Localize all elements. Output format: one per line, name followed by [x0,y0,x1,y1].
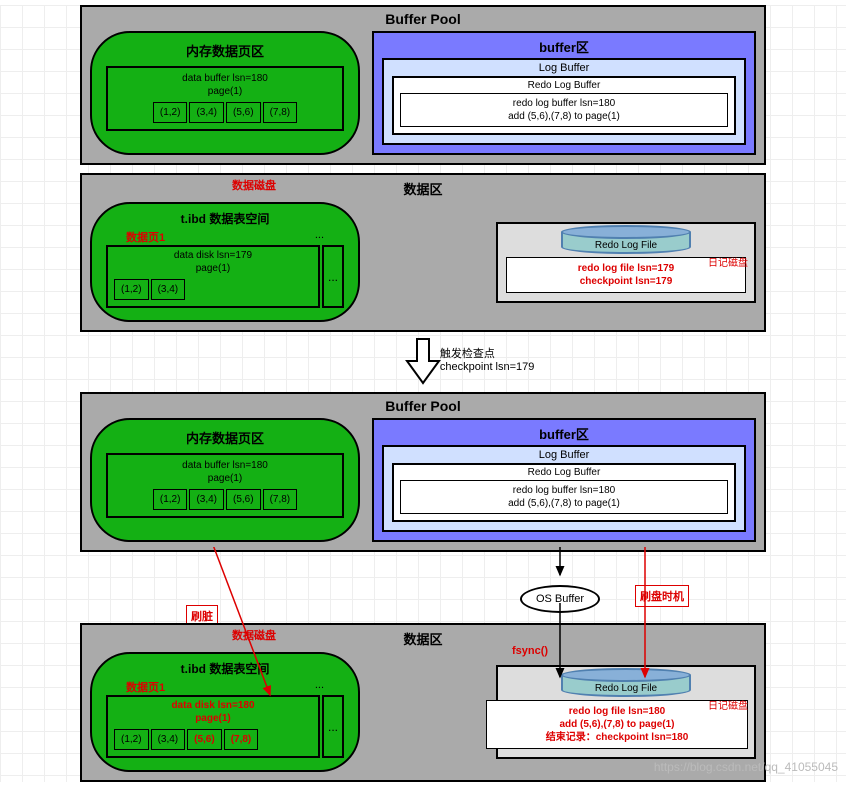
top-data-area-box: 数据磁盘 数据区 t.ibd 数据表空间 数据页1 ... data disk … [80,173,766,332]
redo-buffer-content: redo log buffer lsn=180 add (5,6),(7,8) … [400,93,728,127]
buffer-pool-title: Buffer Pool [90,11,756,27]
fsync-label: fsync() [512,645,548,657]
disk-page-text: data disk lsn=180 page(1) [114,699,312,725]
cell: (5,6) [226,489,261,510]
cylinder-icon: Redo Log File [561,675,691,697]
cell: (3,4) [151,729,186,750]
buffer-area-title: buffer区 [382,424,746,443]
dots: ... [315,229,324,245]
cell: (7,8) [224,729,259,750]
mem-area-title: 内存数据页区 [106,428,344,447]
data-buffer-text: data buffer lsn=180 page(1) [114,72,336,98]
dots-cell: ... [322,245,344,308]
down-arrow-icon [403,337,443,388]
os-buffer-label: OS Buffer [536,593,584,605]
redo-log-buffer: Redo Log Buffer redo log buffer lsn=180 … [392,76,736,135]
log-buffer: Log Buffer Redo Log Buffer redo log buff… [382,58,746,145]
cell: (3,4) [151,279,186,300]
data-disk-label: 数据磁盘 [232,627,276,643]
cylinder-icon: Redo Log File [561,232,691,254]
log-buffer: Log Buffer Redo Log Buffer redo log buff… [382,445,746,532]
data-buffer-page: data buffer lsn=180 page(1) (1,2) (3,4) … [106,453,344,518]
log-buffer-title: Log Buffer [392,449,736,461]
tablespace-title: t.ibd 数据表空间 [106,660,344,677]
dots-cell: ... [322,695,344,758]
mem-area-title: 内存数据页区 [106,41,344,60]
buffer-area: buffer区 Log Buffer Redo Log Buffer redo … [372,31,756,155]
data-area-title: 数据区 [90,179,756,198]
cell: (5,6) [187,729,222,750]
buffer-area-title: buffer区 [382,37,746,56]
redo-log-buffer-title: Redo Log Buffer [400,467,728,478]
cell: (7,8) [263,489,298,510]
cell: (7,8) [263,102,298,123]
redo-buffer-content: redo log buffer lsn=180 add (5,6),(7,8) … [400,480,728,514]
tablespace: t.ibd 数据表空间 数据页1 ... data disk lsn=180 p… [90,652,360,772]
os-buffer: OS Buffer [520,585,600,613]
data-page-label: 数据页1 [126,229,165,245]
data-disk-label: 数据磁盘 [232,177,276,193]
tablespace-title: t.ibd 数据表空间 [106,210,344,227]
cell: (3,4) [189,489,224,510]
data-area-title: 数据区 [90,629,756,648]
disk-page-text: data disk lsn=179 page(1) [114,249,312,275]
top-buffer-pool-box: Buffer Pool 内存数据页区 data buffer lsn=180 p… [80,5,766,165]
redo-log-buffer: Redo Log Buffer redo log buffer lsn=180 … [392,463,736,522]
data-buffer-page: data buffer lsn=180 page(1) (1,2) (3,4) … [106,66,344,131]
redo-log-buffer-title: Redo Log Buffer [400,80,728,91]
redo-disk-area: 日记磁盘 Redo Log File redo log file lsn=180… [496,665,756,759]
tablespace: t.ibd 数据表空间 数据页1 ... data disk lsn=179 p… [90,202,360,322]
bottom-data-area-box: 数据磁盘 数据区 fsync() t.ibd 数据表空间 数据页1 ... da… [80,623,766,782]
bottom-buffer-pool-box: Buffer Pool 内存数据页区 data buffer lsn=180 p… [80,392,766,552]
log-disk-label: 日记磁盘 [708,697,748,712]
cell: (3,4) [189,102,224,123]
log-disk-label: 日记磁盘 [708,254,748,269]
data-buffer-text: data buffer lsn=180 page(1) [114,459,336,485]
flush-timing-label: 刷盘时机 [635,585,689,607]
memory-data-page-area: 内存数据页区 data buffer lsn=180 page(1) (1,2)… [90,418,360,542]
disk-page: data disk lsn=179 page(1) (1,2) (3,4) [106,245,320,308]
trigger-checkpoint-text: 触发检查点 [440,345,534,361]
data-page-label: 数据页1 [126,679,165,695]
cell: (1,2) [114,729,149,750]
buffer-area: buffer区 Log Buffer Redo Log Buffer redo … [372,418,756,542]
disk-page: data disk lsn=180 page(1) (1,2) (3,4) (5… [106,695,320,758]
cell: (1,2) [153,489,188,510]
cell: (1,2) [114,279,149,300]
watermark: https://blog.csdn.net/qq_41055045 [654,760,838,774]
cell: (1,2) [153,102,188,123]
buffer-pool-title: Buffer Pool [90,398,756,414]
transition-arrow-section: 触发检查点 checkpoint lsn=179 [0,337,846,387]
memory-data-page-area: 内存数据页区 data buffer lsn=180 page(1) (1,2)… [90,31,360,155]
redo-disk-area: 日记磁盘 Redo Log File redo log file lsn=179… [496,222,756,303]
log-buffer-title: Log Buffer [392,62,736,74]
cell: (5,6) [226,102,261,123]
dots: ... [315,679,324,695]
checkpoint-lsn-text: checkpoint lsn=179 [440,361,534,373]
